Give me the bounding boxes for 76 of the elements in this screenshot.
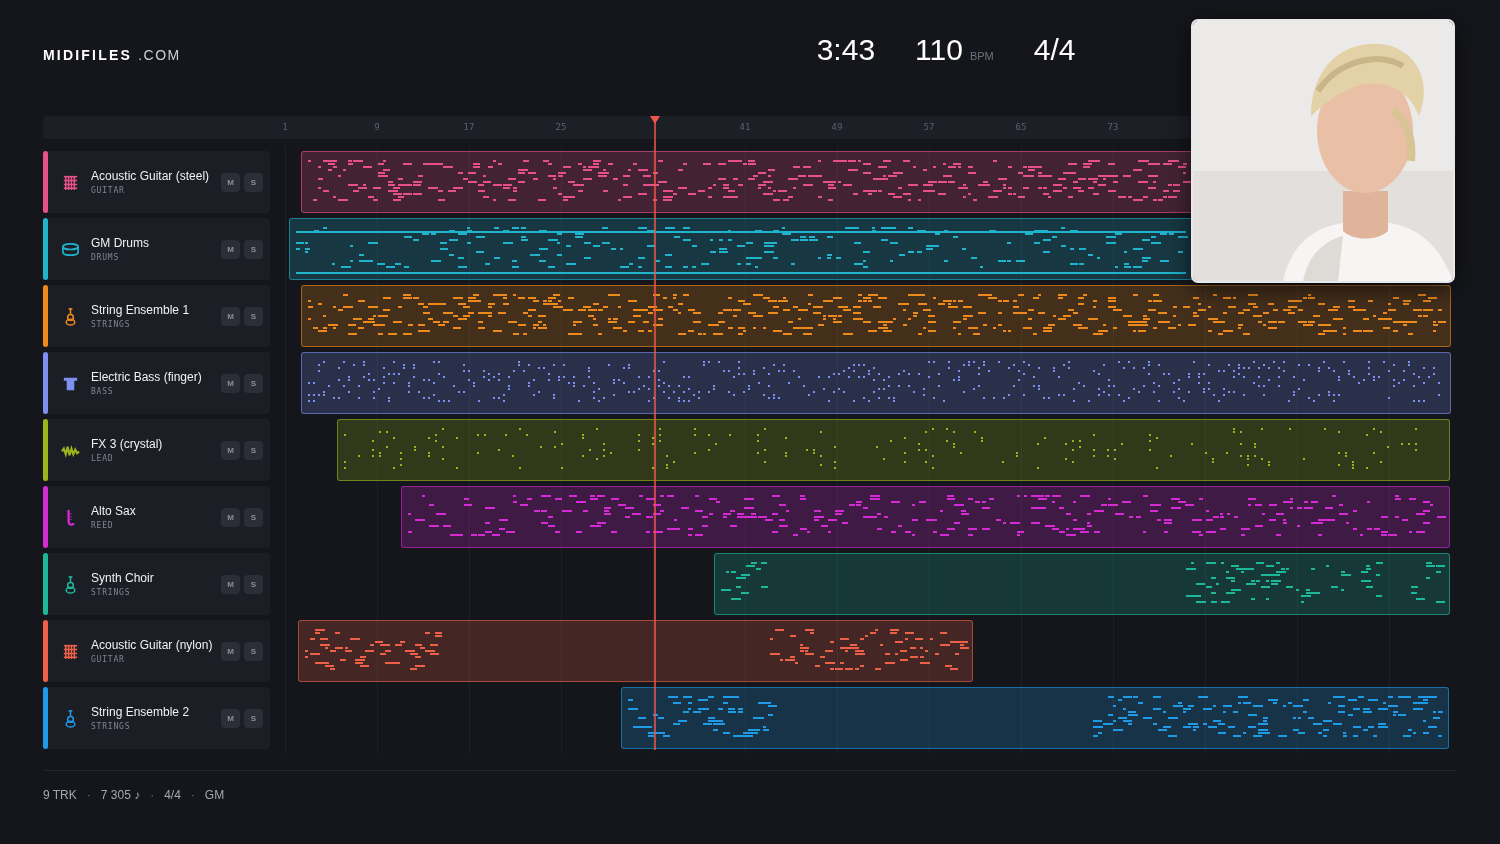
footer-stat: 9 TRK <box>43 788 77 802</box>
mute-button[interactable]: M <box>221 440 240 460</box>
track-category: GUITAR <box>91 186 126 195</box>
track-header[interactable]: Acoustic Guitar (nylon) GUITAR M S <box>43 620 270 682</box>
mute-button[interactable]: M <box>221 172 240 192</box>
footer-stat: GM <box>204 788 225 802</box>
tempo-unit: BPM <box>969 50 994 62</box>
bar-number: 49 <box>831 122 843 132</box>
mute-button[interactable]: M <box>221 306 240 326</box>
mute-button[interactable]: M <box>221 373 240 393</box>
track-header[interactable]: GM Drums DRUMS M S <box>43 218 270 280</box>
solo-button[interactable]: S <box>244 574 263 594</box>
track-category: STRINGS <box>91 320 132 329</box>
solo-button[interactable]: S <box>244 239 263 259</box>
site-logo: MIDIFILES .COM <box>43 47 181 63</box>
mute-button[interactable]: M <box>221 574 240 594</box>
track-category: STRINGS <box>91 588 132 597</box>
track-category: REED <box>91 521 115 530</box>
track-name: Electric Bass (finger) <box>91 370 203 384</box>
solo-button[interactable]: S <box>244 440 263 460</box>
separator-dot: · <box>150 788 155 802</box>
midi-clip[interactable] <box>301 151 1192 213</box>
midi-clip[interactable] <box>289 218 1192 280</box>
track-name: FX 3 (crystal) <box>91 437 164 451</box>
bar-number: 57 <box>923 122 935 132</box>
midi-clip[interactable] <box>621 687 1449 749</box>
mute-button[interactable]: M <box>221 641 240 661</box>
bar-number: 25 <box>555 122 567 132</box>
solo-button[interactable]: S <box>244 172 263 192</box>
footer-stat: 4/4 <box>164 788 181 802</box>
track-header[interactable]: String Ensemble 1 STRINGS M S <box>43 285 270 347</box>
time-signature: 4/4 <box>1033 33 1076 67</box>
track-header[interactable]: Synth Choir STRINGS M S <box>43 553 270 615</box>
track-name: String Ensemble 1 <box>91 303 191 317</box>
track-name: Synth Choir <box>91 571 155 585</box>
track-header[interactable]: FX 3 (crystal) LEAD M S <box>43 419 270 481</box>
bar-number: 17 <box>463 122 475 132</box>
midi-clip[interactable] <box>301 285 1451 347</box>
solo-button[interactable]: S <box>244 306 263 326</box>
bar-number: 41 <box>739 122 751 132</box>
midi-clip[interactable] <box>401 486 1450 548</box>
solo-button[interactable]: S <box>244 373 263 393</box>
track-category: BASS <box>91 387 115 396</box>
tempo-value: 110 <box>915 33 963 67</box>
footer-stat: 7 305 ♪ <box>100 788 141 802</box>
track-name: Alto Sax <box>91 504 137 518</box>
solo-button[interactable]: S <box>244 708 263 728</box>
track-header[interactable]: Alto Sax REED M S <box>43 486 270 548</box>
midi-clip[interactable] <box>301 352 1451 414</box>
playhead-marker[interactable] <box>648 116 661 750</box>
track-header[interactable]: Acoustic Guitar (steel) GUITAR M S <box>43 151 270 213</box>
mute-button[interactable]: M <box>221 507 240 527</box>
track-category: LEAD <box>91 454 115 463</box>
track-category: STRINGS <box>91 722 132 731</box>
track-name: Acoustic Guitar (nylon) <box>91 638 214 652</box>
mute-button[interactable]: M <box>221 239 240 259</box>
separator-dot: · <box>86 788 91 802</box>
track-header[interactable]: Electric Bass (finger) BASS M S <box>43 352 270 414</box>
solo-button[interactable]: S <box>244 507 263 527</box>
track-header[interactable]: String Ensemble 2 STRINGS M S <box>43 687 270 749</box>
bar-number: 65 <box>1015 122 1027 132</box>
bar-number: 9 <box>374 122 380 132</box>
midi-clip[interactable] <box>298 620 973 682</box>
midi-clip[interactable] <box>714 553 1450 615</box>
track-name: String Ensemble 2 <box>91 705 191 719</box>
track-name: GM Drums <box>91 236 150 250</box>
track-category: DRUMS <box>91 253 121 262</box>
bar-number: 73 <box>1107 122 1119 132</box>
track-category: GUITAR <box>91 655 126 664</box>
separator-dot: · <box>190 788 195 802</box>
song-duration: 3:43 <box>816 33 876 67</box>
bar-number: 1 <box>282 122 288 132</box>
midi-clip[interactable] <box>337 419 1450 481</box>
track-name: Acoustic Guitar (steel) <box>91 169 211 183</box>
solo-button[interactable]: S <box>244 641 263 661</box>
mute-button[interactable]: M <box>221 708 240 728</box>
